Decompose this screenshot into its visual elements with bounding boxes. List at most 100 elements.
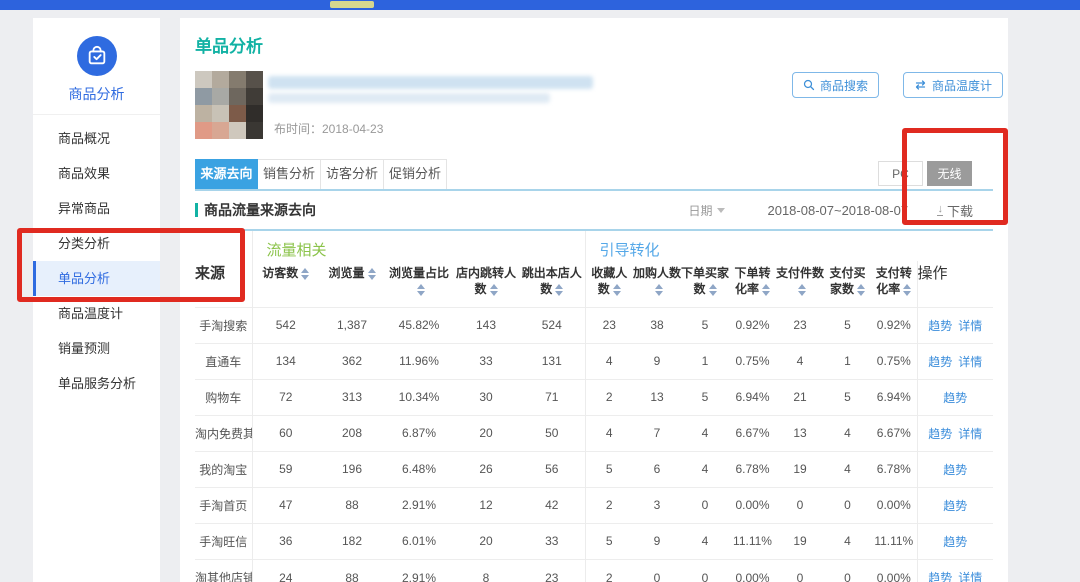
trend-link[interactable]: 趋势	[943, 499, 967, 513]
value-cell: 4	[681, 451, 729, 487]
sort-icon[interactable]	[368, 268, 376, 280]
value-cell: 10.34%	[385, 379, 453, 415]
column-header[interactable]: 支付件数	[776, 261, 824, 307]
value-cell: 6.48%	[385, 451, 453, 487]
value-cell: 0.00%	[871, 487, 917, 523]
column-header[interactable]: 加购人数	[633, 261, 681, 307]
column-header[interactable]: 下单转化率	[729, 261, 776, 307]
column-label-row: 访客数 浏览量浏览量占比店内跳转人数跳出本店人数收藏人数加购人数下单买家数下单转化…	[195, 261, 993, 307]
sort-icon[interactable]	[490, 284, 498, 296]
date-dropdown[interactable]: 日期	[688, 202, 725, 219]
conversion-group-title: 引导转化	[585, 231, 917, 261]
detail-link[interactable]: 详情	[958, 427, 982, 441]
traffic-source-table: 来源 流量相关 引导转化 操作 访客数浏览量浏览量占比店内跳转人数跳出本店人数收…	[195, 231, 993, 582]
sort-icon[interactable]	[613, 284, 621, 296]
tab-sales-analysis[interactable]: 销售分析	[258, 159, 321, 189]
sidebar-item-product-effect[interactable]: 商品效果	[33, 156, 160, 191]
column-header[interactable]: 浏览量占比	[385, 261, 453, 307]
trend-link[interactable]: 趋势	[943, 391, 967, 405]
detail-link[interactable]: 详情	[958, 571, 982, 582]
value-cell: 4	[681, 415, 729, 451]
main-panel: 单品分析 布时间：2018-04-23 商品搜索	[180, 18, 1008, 582]
actions-cell: 趋势	[917, 451, 993, 487]
value-cell: 4	[585, 343, 633, 379]
source-column-header: 来源	[195, 231, 252, 307]
sidebar-item-single-item-analysis[interactable]: 单品分析	[33, 261, 160, 296]
value-cell: 4	[824, 451, 871, 487]
sidebar-item-single-item-service[interactable]: 单品服务分析	[33, 366, 160, 401]
sort-icon[interactable]	[903, 284, 911, 296]
value-cell: 5	[585, 523, 633, 559]
sidebar-item-product-overview[interactable]: 商品概况	[33, 121, 160, 156]
column-header[interactable]: 下单买家数	[681, 261, 729, 307]
tabs-holder: 来源去向销售分析访客分析促销分析	[195, 159, 447, 189]
sort-icon[interactable]	[709, 284, 717, 296]
sidebar-item-category-analysis[interactable]: 分类分析	[33, 226, 160, 261]
header-buttons: 商品搜索 商品温度计	[792, 72, 1003, 98]
sidebar-item-sales-forecast[interactable]: 销量预测	[33, 331, 160, 366]
sidebar: 商品分析 商品概况商品效果异常商品分类分析单品分析商品温度计销量预测单品服务分析	[33, 18, 160, 582]
value-cell: 0.75%	[729, 343, 776, 379]
trend-link[interactable]: 趋势	[928, 427, 952, 441]
column-header[interactable]: 访客数	[252, 261, 319, 307]
value-cell: 47	[252, 487, 319, 523]
value-cell: 2.91%	[385, 487, 453, 523]
product-thermometer-button[interactable]: 商品温度计	[903, 72, 1003, 98]
sidebar-brand: 商品分析	[33, 18, 160, 115]
column-header-label: 访客数	[262, 266, 298, 280]
sort-icon[interactable]	[655, 284, 663, 296]
pc-toggle-button[interactable]: PC	[878, 161, 923, 186]
sort-icon[interactable]	[417, 284, 425, 296]
device-toggle: PC 无线	[878, 161, 972, 186]
table-row: 淘内免费其他602086.87%20504746.67%1346.67%趋势详情	[195, 415, 993, 451]
column-header[interactable]: 支付买家数	[824, 261, 871, 307]
value-cell: 42	[519, 487, 585, 523]
detail-link[interactable]: 详情	[958, 319, 982, 333]
column-header-label: 加购人数	[633, 266, 681, 280]
sort-icon[interactable]	[857, 284, 865, 296]
wireless-toggle-button[interactable]: 无线	[927, 161, 972, 186]
source-cell: 直通车	[195, 343, 252, 379]
actions-cell: 趋势	[917, 379, 993, 415]
trend-link[interactable]: 趋势	[928, 355, 952, 369]
tab-source-destination[interactable]: 来源去向	[195, 159, 258, 189]
trend-link[interactable]: 趋势	[943, 535, 967, 549]
value-cell: 0	[776, 487, 824, 523]
sidebar-app-title: 商品分析	[33, 84, 160, 104]
trend-link[interactable]: 趋势	[928, 571, 952, 582]
sort-icon[interactable]	[798, 284, 806, 296]
download-button[interactable]: ↓ 下载	[937, 201, 973, 220]
tab-promotion-analysis[interactable]: 促销分析	[384, 159, 447, 189]
detail-link[interactable]: 详情	[958, 355, 982, 369]
sort-icon[interactable]	[301, 268, 309, 280]
column-header[interactable]: 浏览量	[319, 261, 385, 307]
tab-visitor-analysis[interactable]: 访客分析	[321, 159, 384, 189]
value-cell: 0	[824, 487, 871, 523]
actions-cell: 趋势详情	[917, 343, 993, 379]
actions-cell: 趋势	[917, 487, 993, 523]
actions-column-header: 操作	[917, 231, 993, 307]
sort-icon[interactable]	[555, 284, 563, 296]
release-time-text: 布时间：2018-04-23	[274, 120, 993, 137]
sidebar-item-product-thermometer[interactable]: 商品温度计	[33, 296, 160, 331]
value-cell: 4	[776, 343, 824, 379]
trend-link[interactable]: 趋势	[928, 319, 952, 333]
column-header[interactable]: 支付转化率	[871, 261, 917, 307]
sort-icon[interactable]	[762, 284, 770, 296]
value-cell: 60	[252, 415, 319, 451]
column-header[interactable]: 收藏人数	[585, 261, 633, 307]
value-cell: 1	[681, 343, 729, 379]
value-cell: 88	[319, 487, 385, 523]
value-cell: 2	[585, 379, 633, 415]
column-header[interactable]: 店内跳转人数	[453, 261, 519, 307]
product-search-button[interactable]: 商品搜索	[792, 72, 879, 98]
product-search-label: 商品搜索	[820, 77, 868, 94]
source-cell: 我的淘宝	[195, 451, 252, 487]
value-cell: 0.92%	[871, 307, 917, 343]
column-header[interactable]: 跳出本店人数	[519, 261, 585, 307]
trend-link[interactable]: 趋势	[943, 463, 967, 477]
table-row: 购物车7231310.34%307121356.94%2156.94%趋势	[195, 379, 993, 415]
sidebar-item-abnormal-products[interactable]: 异常商品	[33, 191, 160, 226]
page: 商品分析 商品概况商品效果异常商品分类分析单品分析商品温度计销量预测单品服务分析…	[0, 0, 1080, 582]
value-cell: 4	[585, 415, 633, 451]
